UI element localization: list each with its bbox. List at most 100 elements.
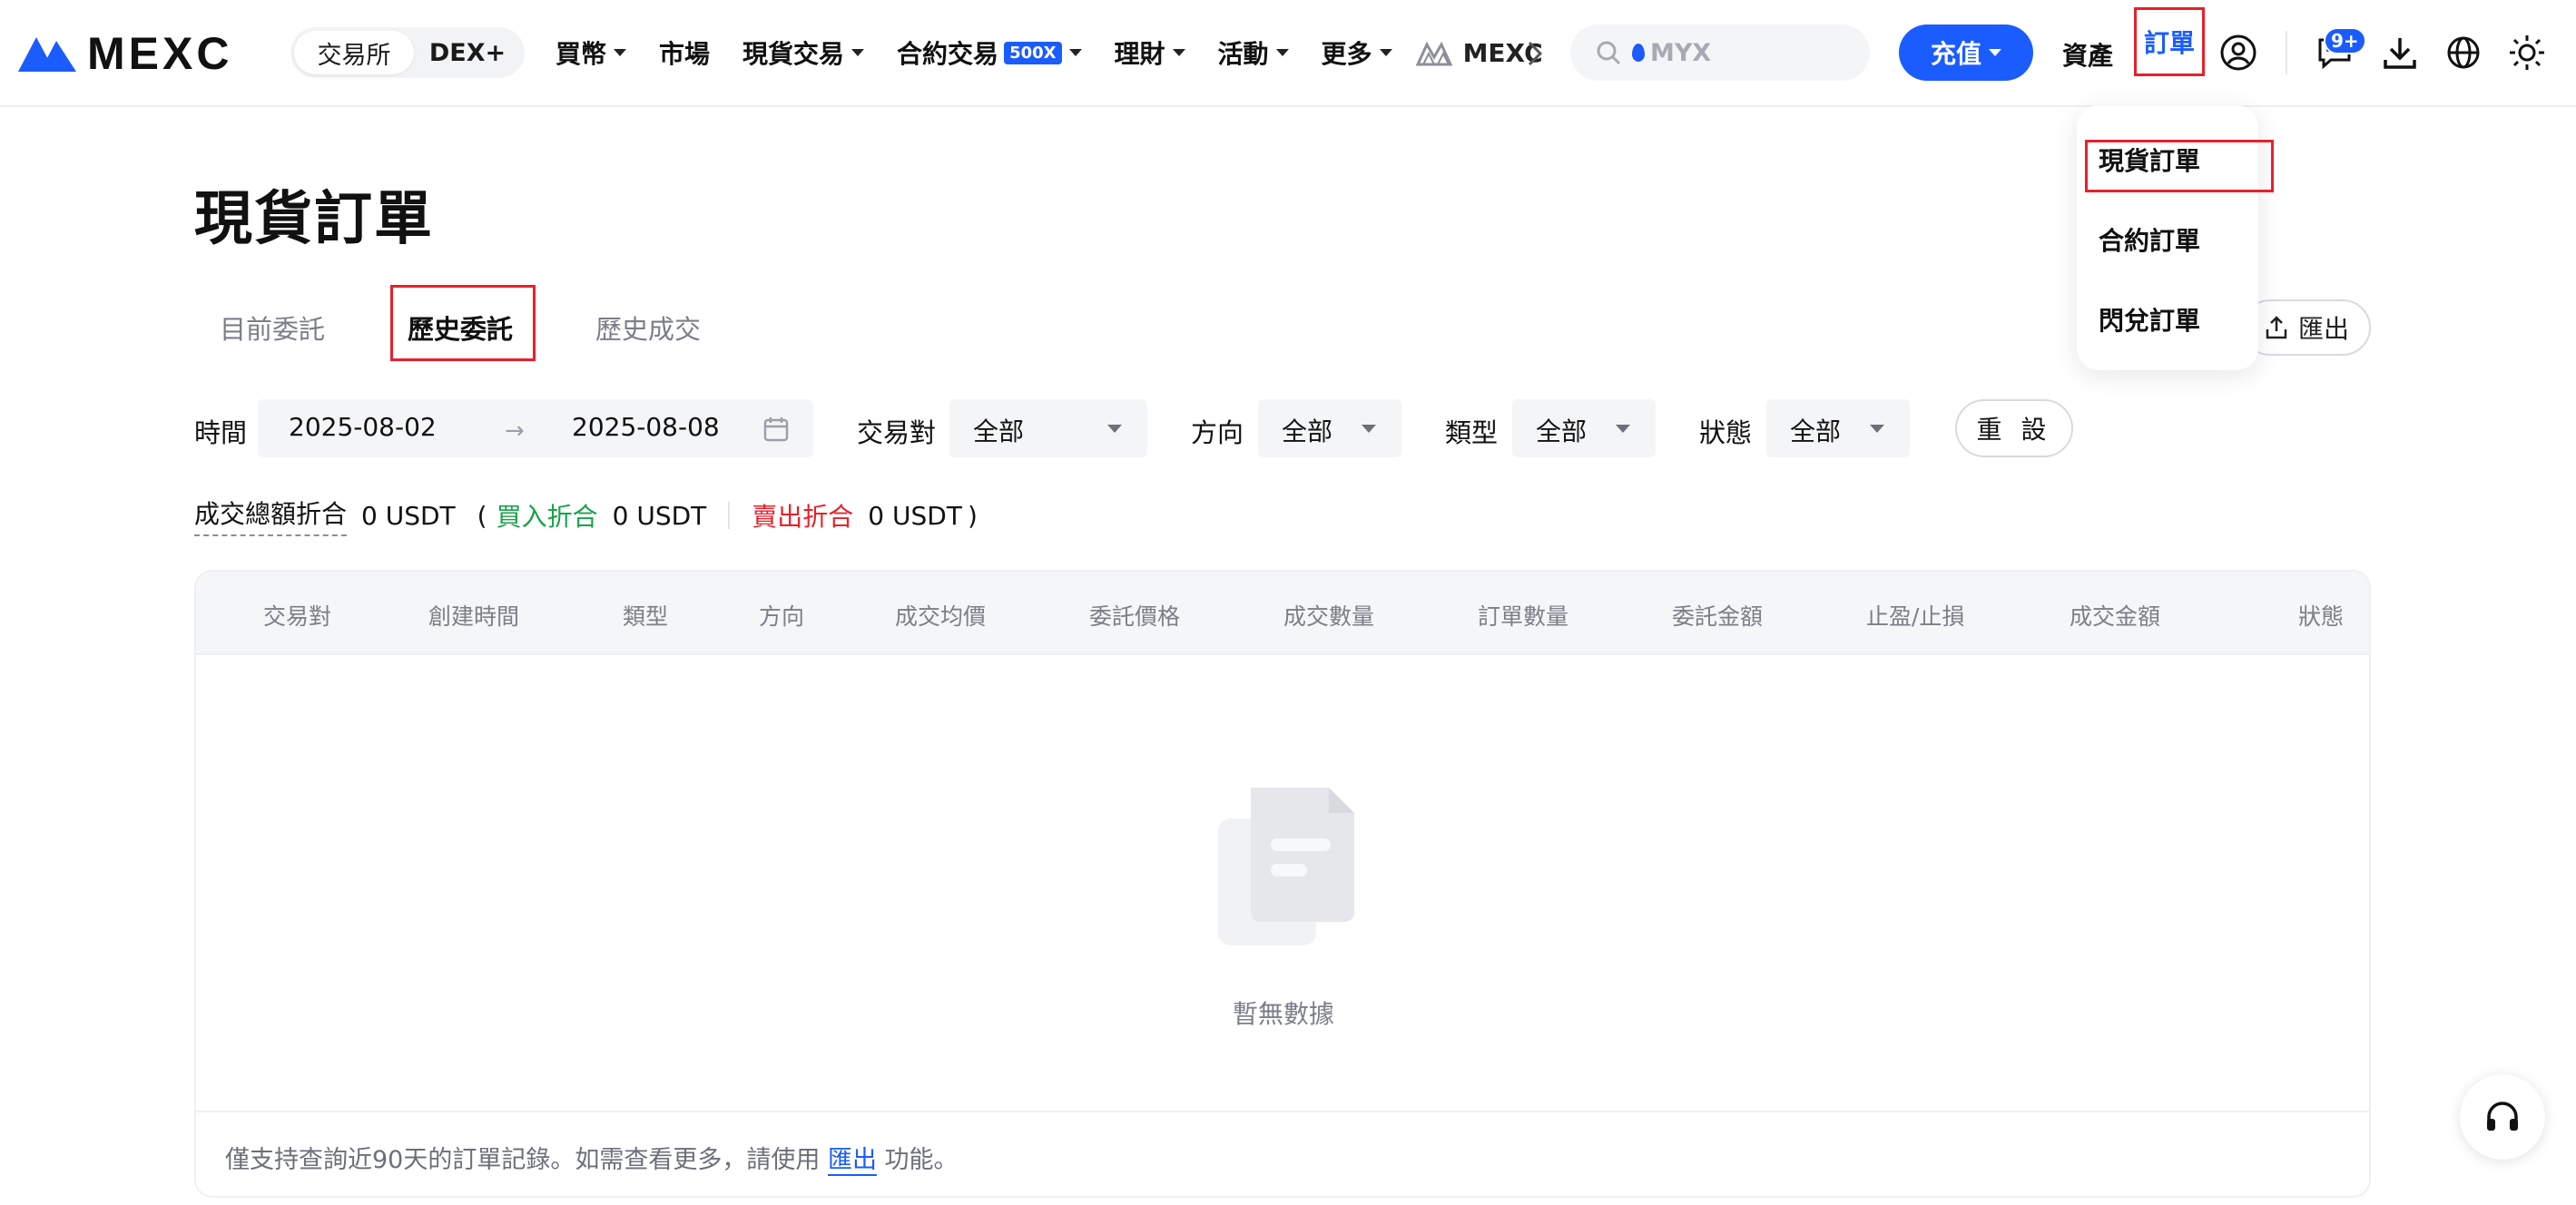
menu-highlight-box: [2085, 140, 2274, 192]
nav-events[interactable]: 活動: [1218, 34, 1289, 71]
pair-filter-label: 交易對: [857, 417, 937, 448]
mexc-logo-icon: [18, 37, 76, 72]
exchange-toggle: 交易所 DEX+: [290, 27, 525, 78]
top-navigation: MEXC 交易所 DEX+ 買幣 市場 現貨交易 合約交易 500X 理財 活動 …: [0, 0, 2576, 107]
col-pair: 交易對: [263, 603, 332, 630]
total-value: 0 USDT: [361, 500, 456, 531]
type-select[interactable]: 全部: [1512, 399, 1656, 457]
caret-down-icon: [1107, 425, 1122, 433]
empty-state-text: 暫無數據: [1233, 999, 1335, 1029]
menu-futures-orders[interactable]: 合約訂單: [2099, 221, 2200, 258]
total-label[interactable]: 成交總額折合: [194, 495, 348, 536]
orders-table: 交易對 創建時間 類型 方向 成交均價 委託價格 成交數量 訂單數量 委託金額 …: [194, 570, 2371, 1198]
assets-link[interactable]: 資產: [2062, 36, 2113, 73]
export-button[interactable]: 匯出: [2242, 299, 2371, 356]
table-footer: 僅支持查詢近90天的訂單記錄。如需查看更多，請使用 匯出 功能。: [196, 1111, 2369, 1196]
caret-down-icon: [1870, 425, 1884, 433]
pair-select[interactable]: 全部: [949, 399, 1147, 457]
history-limit-note: 僅支持查詢近90天的訂單記錄。如需查看更多，請使用 匯出 功能。: [225, 1140, 959, 1176]
tab-highlight-box: [390, 285, 536, 361]
summary-divider: [728, 502, 731, 529]
search-placeholder-text: MYX: [1650, 38, 1712, 67]
nav-market-label: 市場: [659, 39, 711, 69]
nav-buy-crypto[interactable]: 買幣: [556, 34, 627, 71]
note-suffix: 功能。: [884, 1146, 959, 1174]
status-select[interactable]: 全部: [1766, 399, 1910, 457]
sell-value: 0 USDT: [868, 500, 962, 531]
main-menu: 買幣 市場 現貨交易 合約交易 500X 理財 活動 更多 MEXC: [556, 27, 1552, 78]
deposit-button[interactable]: 充值: [1899, 24, 2033, 81]
brand-name: MEXC: [87, 28, 233, 79]
caret-down-icon: [1275, 49, 1289, 56]
col-order-price: 委託價格: [1089, 603, 1181, 630]
buy-label: 買入折合: [496, 502, 598, 532]
notification-badge: 9+: [2324, 27, 2366, 54]
nav-earn[interactable]: 理財: [1115, 34, 1185, 71]
deposit-label: 充值: [1930, 39, 1981, 69]
nav-more-label: 更多: [1321, 39, 1372, 69]
col-status: 狀態: [2298, 603, 2345, 630]
export-link[interactable]: 匯出: [827, 1146, 877, 1176]
caret-down-icon: [1068, 49, 1082, 56]
paren-open: (: [477, 500, 487, 531]
nav-futures-label: 合約交易: [897, 39, 999, 69]
date-range-picker[interactable]: 2025-08-02 → 2025-08-08: [258, 399, 813, 457]
ticker-logo-icon: [1415, 41, 1452, 66]
mexc-logo[interactable]: MEXC: [18, 28, 232, 79]
col-order-qty: 訂單數量: [1478, 603, 1569, 630]
nav-buy-label: 買幣: [556, 39, 607, 69]
sell-label: 賣出折合: [752, 502, 854, 532]
search-box[interactable]: MYX: [1570, 24, 1870, 81]
nav-divider: [2286, 31, 2287, 74]
nav-earn-label: 理財: [1114, 39, 1165, 69]
side-select-value: 全部: [1282, 416, 1333, 446]
table-header: 交易對 創建時間 類型 方向 成交均價 委託價格 成交數量 訂單數量 委託金額 …: [196, 572, 2369, 655]
side-select[interactable]: 全部: [1258, 399, 1401, 457]
col-filled-qty: 成交數量: [1283, 603, 1375, 630]
side-filter-label: 方向: [1191, 417, 1244, 448]
menu-convert-orders[interactable]: 閃兌訂單: [2099, 301, 2200, 338]
arrow-right-icon: →: [505, 417, 525, 445]
orders-link[interactable]: 訂單: [2134, 7, 2205, 76]
pair-select-value: 全部: [973, 416, 1025, 446]
date-from[interactable]: 2025-08-02: [289, 412, 437, 442]
note-prefix: 僅支持查詢近90天的訂單記錄。如需查看更多，請使用: [225, 1146, 821, 1174]
search-icon: [1597, 41, 1621, 65]
nav-more[interactable]: 更多: [1322, 34, 1392, 71]
globe-icon[interactable]: [2443, 33, 2483, 73]
caret-down-icon: [1379, 49, 1392, 56]
nav-market[interactable]: 市場: [659, 34, 710, 71]
dex-tab[interactable]: DEX+: [414, 31, 521, 74]
nav-futures[interactable]: 合約交易 500X: [897, 34, 1082, 71]
user-icon[interactable]: [2218, 33, 2258, 73]
export-label: 匯出: [2297, 314, 2349, 344]
reset-button[interactable]: 重 設: [1955, 399, 2073, 457]
calendar-icon[interactable]: [762, 416, 790, 443]
col-type: 類型: [623, 603, 669, 630]
tab-open-orders[interactable]: 目前委託: [220, 309, 325, 347]
col-order-amount: 委託金額: [1672, 603, 1764, 630]
col-tp-sl: 止盈/止損: [1866, 603, 1965, 630]
nav-events-label: 活動: [1217, 39, 1269, 69]
export-icon: [2266, 316, 2287, 339]
download-icon[interactable]: [2380, 33, 2420, 73]
support-button[interactable]: [2460, 1074, 2545, 1160]
date-to[interactable]: 2025-08-08: [572, 412, 720, 442]
page-title: 現貨訂單: [194, 186, 434, 253]
caret-down-icon: [851, 49, 865, 56]
caret-down-icon: [1172, 49, 1185, 56]
caret-down-icon: [614, 49, 627, 56]
col-side: 方向: [759, 603, 805, 630]
status-select-value: 全部: [1790, 416, 1842, 446]
caret-down-icon: [1616, 425, 1630, 433]
sun-icon[interactable]: [2507, 33, 2547, 73]
nav-spot[interactable]: 現貨交易: [742, 34, 865, 71]
exchange-tab[interactable]: 交易所: [294, 31, 414, 74]
trade-summary: 成交總額折合 0 USDT ( 買入折合 0 USDT 賣出折合 0 USDT …: [194, 495, 978, 536]
empty-document-icon: [1218, 788, 1354, 945]
chevron-right-icon[interactable]: [1527, 40, 1543, 67]
headset-icon: [2487, 1102, 2518, 1131]
time-filter-label: 時間: [194, 417, 248, 448]
tab-trade-history[interactable]: 歷史成交: [595, 309, 701, 347]
leverage-badge: 500X: [1004, 41, 1062, 64]
